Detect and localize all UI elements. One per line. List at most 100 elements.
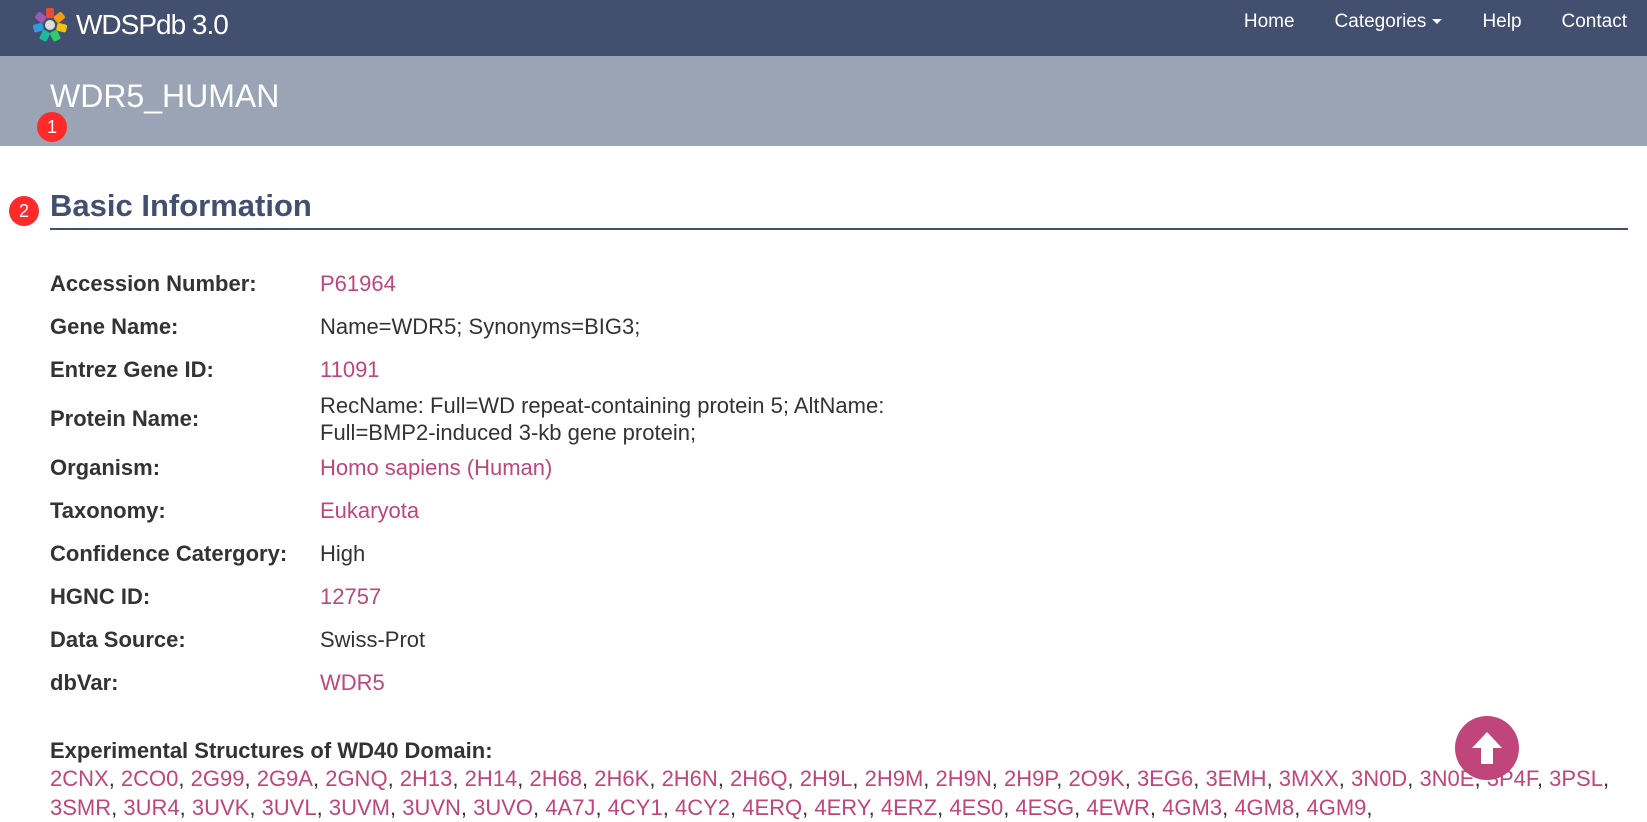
taxonomy-link[interactable]: Eukaryota <box>320 497 419 524</box>
separator: , <box>387 766 400 791</box>
separator: , <box>179 795 192 820</box>
structure-link[interactable]: 2H6Q <box>730 766 787 791</box>
structure-link[interactable]: 4CY1 <box>608 795 663 820</box>
separator: , <box>1193 766 1206 791</box>
structure-link[interactable]: 4GM9 <box>1306 795 1366 820</box>
separator: , <box>802 795 815 820</box>
structure-link[interactable]: 3UVL <box>262 795 317 820</box>
arrow-up-icon <box>1472 732 1502 764</box>
structure-link[interactable]: 4ERZ <box>881 795 937 820</box>
page-header: WDR5_HUMAN <box>0 56 1647 146</box>
nav-item-home[interactable]: Home <box>1224 0 1315 44</box>
hgnc-link[interactable]: 12757 <box>320 583 381 610</box>
separator: , <box>244 766 257 791</box>
separator: , <box>1056 766 1069 791</box>
separator: , <box>991 766 1004 791</box>
structure-link[interactable]: 2O9K <box>1068 766 1124 791</box>
nav-menu: Home Categories Help Contact <box>1224 0 1647 44</box>
info-label: Organism: <box>50 454 161 480</box>
structure-link[interactable]: 3MXX <box>1279 766 1339 791</box>
structure-link[interactable]: 3EMH <box>1205 766 1266 791</box>
structure-link[interactable]: 2CO0 <box>121 766 178 791</box>
separator: , <box>1338 766 1351 791</box>
info-row-dbvar: dbVar: WDR5 <box>50 661 1550 704</box>
structure-link[interactable]: 4ERQ <box>742 795 802 820</box>
structure-link[interactable]: 4CY2 <box>675 795 730 820</box>
info-label: Accession Number: <box>50 270 257 296</box>
structure-link[interactable]: 2G99 <box>191 766 245 791</box>
separator: , <box>923 766 936 791</box>
structure-link[interactable]: 2H9M <box>865 766 924 791</box>
info-label: Data Source: <box>50 626 186 652</box>
separator: , <box>389 795 403 820</box>
info-label: Taxonomy: <box>50 497 166 523</box>
structure-link[interactable]: 3PSL <box>1549 766 1603 791</box>
separator: , <box>937 795 950 820</box>
structure-link[interactable]: 3UVM <box>329 795 390 820</box>
structure-link[interactable]: 2H6N <box>662 766 718 791</box>
structure-link[interactable]: 3EG6 <box>1137 766 1193 791</box>
structure-link[interactable]: 3UVN <box>402 795 461 820</box>
structure-link[interactable]: 4GM3 <box>1162 795 1222 820</box>
accession-link[interactable]: P61964 <box>320 270 396 297</box>
entrez-link[interactable]: 11091 <box>320 356 380 383</box>
info-row-entrez: Entrez Gene ID: 11091 <box>50 348 1550 391</box>
info-row-taxonomy: Taxonomy: Eukaryota <box>50 489 1550 532</box>
structure-link[interactable]: 2H68 <box>529 766 582 791</box>
separator: , <box>316 795 329 820</box>
section-title-basic-information: Basic Information <box>50 188 1628 230</box>
structure-link[interactable]: 3UVK <box>192 795 249 820</box>
structure-link[interactable]: 3UVO <box>473 795 533 820</box>
structure-list: 2CNX, 2CO0, 2G99, 2G9A, 2GNQ, 2H13, 2H14… <box>50 764 1610 822</box>
separator: , <box>1003 795 1016 820</box>
protein-name-value: RecName: Full=WD repeat-containing prote… <box>320 392 884 446</box>
structure-link[interactable]: 2GNQ <box>325 766 387 791</box>
wdspdb-logo-icon <box>32 8 68 42</box>
separator: , <box>852 766 865 791</box>
structure-link[interactable]: 4ERY <box>814 795 868 820</box>
separator: , <box>1149 795 1163 820</box>
brand-link[interactable]: WDSPdb 3.0 <box>32 6 229 44</box>
info-label: Protein Name: <box>50 405 200 431</box>
separator: , <box>108 766 121 791</box>
separator: , <box>1294 795 1307 820</box>
info-row-organism: Organism: Homo sapiens (Human) <box>50 446 1550 489</box>
structure-link[interactable]: 4A7J <box>545 795 595 820</box>
info-label: Gene Name: <box>50 313 179 339</box>
structure-link[interactable]: 2G9A <box>257 766 313 791</box>
nav-item-help[interactable]: Help <box>1462 0 1541 44</box>
info-label: HGNC ID: <box>50 583 151 609</box>
structure-link[interactable]: 2H9N <box>936 766 992 791</box>
info-label: Confidence Catergory: <box>50 540 288 566</box>
organism-link[interactable]: Homo sapiens (Human) <box>320 454 552 481</box>
info-row-data-source: Data Source: Swiss-Prot <box>50 618 1550 661</box>
structure-link[interactable]: 2H13 <box>400 766 453 791</box>
structure-link[interactable]: 3N0D <box>1351 766 1407 791</box>
confidence-value: High <box>320 541 366 566</box>
structure-link[interactable]: 4GM8 <box>1234 795 1294 820</box>
info-label: Entrez Gene ID: <box>50 356 214 382</box>
data-source-value: Swiss-Prot <box>320 627 426 652</box>
structure-link[interactable]: 2H14 <box>465 766 518 791</box>
annotation-marker-1: 1 <box>37 112 67 142</box>
structure-link[interactable]: 3UR4 <box>123 795 179 820</box>
nav-item-categories[interactable]: Categories <box>1315 0 1463 44</box>
structure-link[interactable]: 2CNX <box>50 766 109 791</box>
separator: , <box>717 766 731 791</box>
structure-link[interactable]: 4ESG <box>1015 795 1074 820</box>
separator: , <box>533 795 546 820</box>
structure-link[interactable]: 2H9P <box>1004 766 1056 791</box>
scroll-to-top-button[interactable] <box>1455 716 1519 780</box>
structure-link[interactable]: 2H9L <box>800 766 853 791</box>
separator: , <box>249 795 262 820</box>
caret-down-icon <box>1432 19 1443 25</box>
structure-link[interactable]: 4EWR <box>1086 795 1150 820</box>
protein-name-line: Full=BMP2-induced 3-kb gene protein; <box>320 419 697 445</box>
dbvar-link[interactable]: WDR5 <box>320 669 385 696</box>
nav-item-contact[interactable]: Contact <box>1542 0 1647 44</box>
structure-link[interactable]: 4ES0 <box>949 795 1003 820</box>
structure-link[interactable]: 3SMR <box>50 795 111 820</box>
structure-link[interactable]: 2H6K <box>594 766 649 791</box>
protein-name-line: RecName: Full=WD repeat-containing prote… <box>320 392 885 418</box>
separator: , <box>1074 795 1087 820</box>
